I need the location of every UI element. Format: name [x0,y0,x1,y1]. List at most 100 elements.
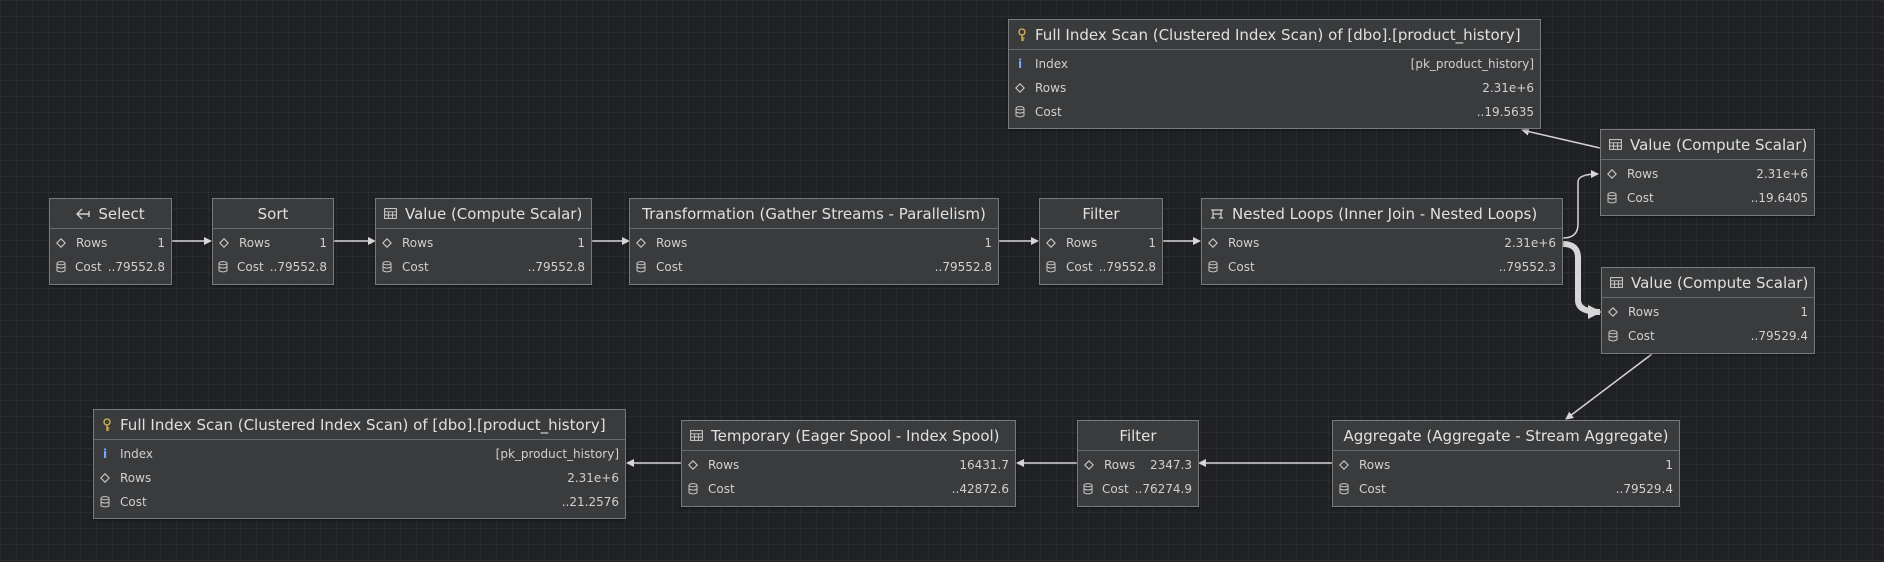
key-icon [1017,27,1027,42]
table-icon [690,430,703,441]
cost-value: ..79552.3 [1498,260,1556,274]
diamond-icon [217,238,231,248]
edge-nested-compute-mid [1562,241,1602,319]
info-icon: i [102,447,108,461]
cost-property: Cost ..79529.4 [1602,324,1814,348]
plan-node-sort[interactable]: Sort Rows 1 Cost ..79552.8 [212,198,334,285]
plan-node-compute-scalar-mid[interactable]: Value (Compute Scalar) Rows 1 Cost ..79529… [1601,267,1815,354]
database-icon [1337,483,1351,495]
node-title: Value (Compute Scalar) [405,204,583,223]
rows-value: 1 [1800,305,1808,319]
database-icon [98,496,112,508]
diamond-icon [98,473,112,483]
database-icon [217,261,229,273]
rows-property: Rows 16431.7 [682,453,1015,477]
cost-value: ..79552.8 [527,260,585,274]
plan-node-compute-scalar[interactable]: Value (Compute Scalar) Rows 1 Cost ..79552… [375,198,592,285]
rows-value: 2.31e+6 [1756,167,1808,181]
cost-value: ..42872.6 [951,482,1009,496]
rows-value: 16431.7 [959,458,1009,472]
rows-value: 1 [577,236,585,250]
plan-node-aggregate[interactable]: Aggregate (Aggregate - Stream Aggregate)… [1332,420,1680,507]
info-icon: i [1017,57,1023,71]
rows-property: Rows 1 [376,231,591,255]
cost-property: Cost ..79552.8 [1040,255,1162,279]
plan-node-filter[interactable]: Filter Rows 1 Cost ..79552.8 [1039,198,1163,285]
node-title: Filter [1119,426,1157,445]
rows-value: 2.31e+6 [567,471,619,485]
rows-property: Rows 1 [1333,453,1679,477]
edge-compute-top-scan [1521,127,1601,149]
edge-compute-mid-aggregate [1565,353,1653,420]
node-title: Value (Compute Scalar) [1631,273,1809,292]
node-title: Full Index Scan (Clustered Index Scan) o… [1035,25,1521,44]
diamond-icon [686,460,700,470]
database-icon [54,261,67,273]
diamond-icon [1206,238,1220,248]
table-icon [1609,139,1622,150]
cost-property: Cost ..79529.4 [1333,477,1679,501]
index-property: i Index [pk_product_history] [94,442,625,466]
rows-property: Rows 1 [50,231,171,255]
edge-nested-compute-top [1562,170,1599,239]
rows-property: Rows 2.31e+6 [94,466,625,490]
cost-property: Cost ..19.5635 [1009,100,1540,124]
rows-value: 2347.3 [1150,458,1192,472]
diamond-icon [1605,169,1619,179]
cost-property: Cost ..79552.3 [1202,255,1562,279]
database-icon [686,483,700,495]
cost-value: ..79529.4 [1615,482,1673,496]
node-title: Full Index Scan (Clustered Index Scan) o… [120,415,606,434]
plan-node-compute-scalar-top[interactable]: Value (Compute Scalar) Rows 2.31e+6 Cost.… [1600,129,1815,216]
cost-property: Cost ..79552.8 [630,255,998,279]
node-title: Nested Loops (Inner Join - Nested Loops) [1232,204,1538,223]
cost-value: ..79552.8 [107,260,165,274]
database-icon [1206,261,1220,273]
plan-node-eager-spool[interactable]: Temporary (Eager Spool - Index Spool) Ro… [681,420,1016,507]
diamond-icon [1082,460,1096,470]
rows-value: 1 [1665,458,1673,472]
cost-value: ..19.6405 [1750,191,1808,205]
node-title: Temporary (Eager Spool - Index Spool) [711,426,1000,445]
cost-value: ..79552.8 [1098,260,1156,274]
diamond-icon [1044,238,1058,248]
rows-value: 1 [984,236,992,250]
plan-node-gather-streams[interactable]: Transformation (Gather Streams - Paralle… [629,198,999,285]
plan-node-filter-bottom[interactable]: Filter Rows 2347.3 Cost ..76274.9 [1077,420,1199,507]
plan-node-select[interactable]: Select Rows 1 Cost ..79552.8 [49,198,172,285]
rows-property: Rows 1 [630,231,998,255]
cost-value: ..19.5635 [1476,105,1534,119]
rows-property: Rows 2347.3 [1078,453,1198,477]
cost-property: Cost ..79552.8 [376,255,591,279]
rows-value: 2.31e+6 [1504,236,1556,250]
diamond-icon [1606,307,1620,317]
cost-property: Cost ..79552.8 [50,255,171,279]
diamond-icon [634,238,648,248]
index-value: [pk_product_history] [1410,57,1534,71]
database-icon [380,261,394,273]
database-icon [1013,106,1027,118]
cost-value: ..76274.9 [1134,482,1192,496]
rows-property: Rows 1 [1040,231,1162,255]
database-icon [1605,192,1619,204]
diamond-icon [380,238,394,248]
rows-value: 2.31e+6 [1482,81,1534,95]
database-icon [1082,483,1094,495]
plan-node-index-scan-top[interactable]: Full Index Scan (Clustered Index Scan) o… [1008,19,1541,129]
rows-value: 1 [157,236,165,250]
database-icon [1044,261,1058,273]
diamond-icon [1013,83,1027,93]
plan-node-nested-loops[interactable]: Nested Loops (Inner Join - Nested Loops)… [1201,198,1563,285]
rows-property: Rows 2.31e+6 [1009,76,1540,100]
node-title: Value (Compute Scalar) [1630,135,1808,154]
node-title: Sort [257,204,289,223]
rows-value: 1 [319,236,327,250]
join-icon [1210,208,1224,220]
cost-property: Cost ..42872.6 [682,477,1015,501]
cost-property: Cost ..21.2576 [94,490,625,514]
plan-node-index-scan-bottom[interactable]: Full Index Scan (Clustered Index Scan) o… [93,409,626,519]
rows-property: Rows 1 [1602,300,1814,324]
cost-value: ..79552.8 [934,260,992,274]
cost-value: ..79529.4 [1750,329,1808,343]
database-icon [1606,330,1620,342]
